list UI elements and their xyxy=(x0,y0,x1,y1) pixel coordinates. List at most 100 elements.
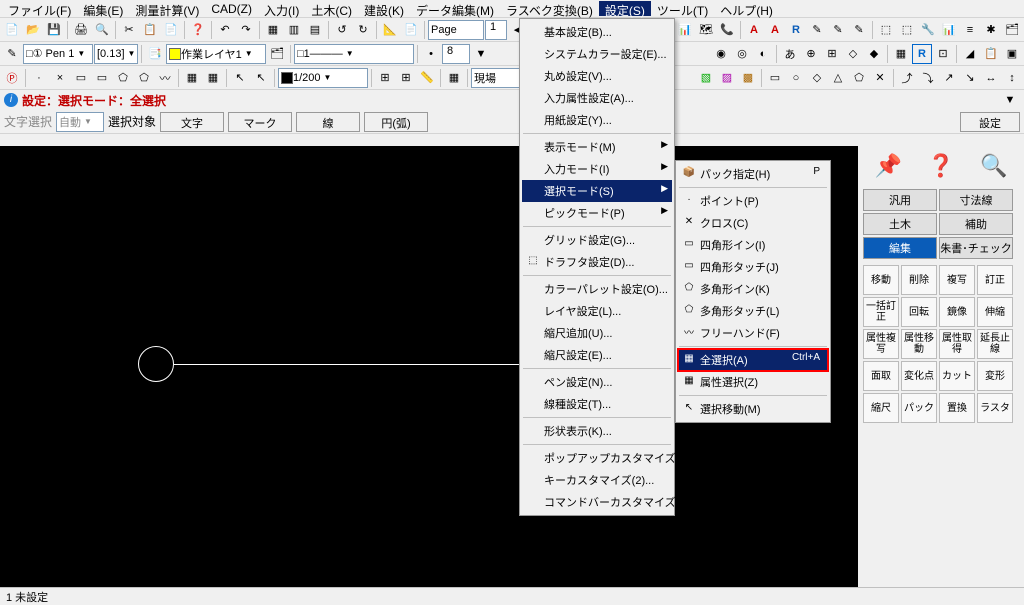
tool-icon[interactable]: 🔧 xyxy=(918,20,938,40)
menu-10[interactable]: ツール(T) xyxy=(651,1,714,16)
menu-item[interactable]: ピックモード(P)▶ xyxy=(522,202,672,224)
tool-icon[interactable]: 📋 xyxy=(981,44,1001,64)
menu-8[interactable]: ラスベク変換(B) xyxy=(500,1,599,16)
tool-icon[interactable]: ◉ xyxy=(711,44,731,64)
menu-11[interactable]: ヘルプ(H) xyxy=(714,1,779,16)
rp-cell[interactable]: 鏡像 xyxy=(939,297,975,327)
tool-icon[interactable]: ⬚ xyxy=(897,20,917,40)
open-icon[interactable]: 📂 xyxy=(23,20,43,40)
pen-icon[interactable]: ✎ xyxy=(2,44,22,64)
grid-icon[interactable]: ⊞ xyxy=(822,44,842,64)
submenu-item[interactable]: クロス(C)✕ xyxy=(678,212,828,234)
page-number[interactable]: 1 xyxy=(485,20,507,40)
tool-icon[interactable]: ↻ xyxy=(353,20,373,40)
undo-icon[interactable]: ↶ xyxy=(215,20,235,40)
snap-icon[interactable]: ⬠ xyxy=(134,68,154,88)
menu-6[interactable]: 建設(K) xyxy=(358,1,410,16)
menu-3[interactable]: CAD(Z) xyxy=(205,1,258,16)
tool-icon[interactable]: △ xyxy=(828,68,848,88)
tool-icon[interactable]: ↺ xyxy=(332,20,352,40)
menu-item[interactable]: システムカラー設定(E)... xyxy=(522,43,672,65)
menu-9[interactable]: 設定(S) xyxy=(599,1,651,16)
rp-cell[interactable]: 伸縮 xyxy=(977,297,1013,327)
tool-icon[interactable]: ✎ xyxy=(807,20,827,40)
layer-mgr-icon[interactable]: 🗂 xyxy=(267,44,287,64)
menu-1[interactable]: 編集(E) xyxy=(77,1,129,16)
tool-icon[interactable]: R xyxy=(912,44,932,64)
menu-item[interactable]: 線種設定(T)... xyxy=(522,393,672,415)
rp-cell[interactable]: パック xyxy=(901,393,937,423)
menu-item[interactable]: 入力属性設定(A)... xyxy=(522,87,672,109)
rp-cell[interactable]: 訂正 xyxy=(977,265,1013,295)
tool-icon[interactable]: ⤴ xyxy=(897,68,917,88)
submenu-item[interactable]: 多角形イン(K)⬠ xyxy=(678,278,828,300)
snap-icon[interactable]: ▭ xyxy=(92,68,112,88)
menu-7[interactable]: データ編集(M) xyxy=(410,1,500,16)
auto-combo[interactable]: 自動▼ xyxy=(56,112,104,132)
filter-btn-circle[interactable]: 円(弧) xyxy=(364,112,428,132)
tool-icon[interactable]: ✕ xyxy=(870,68,890,88)
menu-item[interactable]: カラーパレット設定(O)... xyxy=(522,278,672,300)
line-combo[interactable]: □ 1 ———▼ xyxy=(294,44,414,64)
all-icon[interactable]: ▦ xyxy=(182,68,202,88)
menu-item[interactable]: 縮尺追加(U)... xyxy=(522,322,672,344)
tool-icon[interactable]: ▥ xyxy=(284,20,304,40)
rp-cell[interactable]: 属性移動 xyxy=(901,329,937,359)
rp-cell[interactable]: カット xyxy=(939,361,975,391)
search-icon[interactable]: 🔍 xyxy=(980,153,1007,179)
menu-item[interactable]: 表示モード(M)▶ xyxy=(522,136,672,158)
menu-item[interactable]: ポップアップカスタマイズ(1)... xyxy=(522,447,672,469)
cursor-icon[interactable]: ↖ xyxy=(251,68,271,88)
submenu-item[interactable]: フリーハンド(F)〰 xyxy=(678,322,828,344)
rp-tab[interactable]: 編集 xyxy=(863,237,937,259)
new-icon[interactable]: 📄 xyxy=(2,20,22,40)
snap-icon[interactable]: ⬠ xyxy=(113,68,133,88)
snap-icon[interactable]: 〰 xyxy=(155,68,175,88)
tool-icon[interactable]: ✎ xyxy=(849,20,869,40)
menu-item[interactable]: ペン設定(N)... xyxy=(522,371,672,393)
pen-size-combo[interactable]: [0.13]▼ xyxy=(94,44,138,64)
rp-cell[interactable]: 変形 xyxy=(977,361,1013,391)
menu-4[interactable]: 入力(I) xyxy=(258,1,305,16)
tool-icon[interactable]: ▭ xyxy=(765,68,785,88)
tool-icon[interactable]: ✎ xyxy=(828,20,848,40)
submenu-item[interactable]: ポイント(P)· xyxy=(678,190,828,212)
tool-icon[interactable]: ↕ xyxy=(1002,68,1022,88)
tool-icon[interactable]: ▨ xyxy=(717,68,737,88)
text-a-icon[interactable]: A xyxy=(744,20,764,40)
submenu-item[interactable]: パック指定(H)P📦 xyxy=(678,163,828,185)
cut-icon[interactable]: ✂ xyxy=(119,20,139,40)
submenu-item[interactable]: 属性選択(Z)▦ xyxy=(678,371,828,393)
tool-icon[interactable]: 📊 xyxy=(675,20,695,40)
rp-tab[interactable]: 土木 xyxy=(863,213,937,235)
layer-combo[interactable]: 作業レイヤ1▼ xyxy=(166,44,266,64)
tool-icon[interactable]: ◆ xyxy=(864,44,884,64)
tool-icon[interactable]: ↔ xyxy=(981,68,1001,88)
rp-cell[interactable]: 削除 xyxy=(901,265,937,295)
filter-btn-mark[interactable]: マーク xyxy=(228,112,292,132)
tool-icon[interactable]: ⤵ xyxy=(918,68,938,88)
pen-combo[interactable]: □① Pen 1▼ xyxy=(23,44,93,64)
paste-icon[interactable]: 📄 xyxy=(161,20,181,40)
menu-0[interactable]: ファイル(F) xyxy=(2,1,77,16)
tool-icon[interactable]: ▤ xyxy=(305,20,325,40)
attr-icon[interactable]: ▦ xyxy=(203,68,223,88)
rp-cell[interactable]: 複写 xyxy=(939,265,975,295)
field-combo[interactable]: 現場 xyxy=(471,68,521,88)
submenu-item[interactable]: 選択移動(M)↖ xyxy=(678,398,828,420)
rp-cell[interactable]: 変化点 xyxy=(901,361,937,391)
help-icon[interactable]: ❓ xyxy=(188,20,208,40)
preview-icon[interactable]: 🔍 xyxy=(92,20,112,40)
submenu-item[interactable]: 多角形タッチ(L)⬠ xyxy=(678,300,828,322)
tool-icon[interactable]: ⊕ xyxy=(801,44,821,64)
tool-icon[interactable]: 🗺 xyxy=(696,20,716,40)
menu-item[interactable]: 選択モード(S)▶ xyxy=(522,180,672,202)
snap-icon[interactable]: × xyxy=(50,68,70,88)
menu-item[interactable]: 形状表示(K)... xyxy=(522,420,672,442)
rp-cell[interactable]: 属性取得 xyxy=(939,329,975,359)
tool-icon[interactable]: ⊞ xyxy=(396,68,416,88)
rp-tab[interactable]: 朱書･チェック xyxy=(939,237,1013,259)
save-icon[interactable]: 💾 xyxy=(44,20,64,40)
tool-icon[interactable]: ◇ xyxy=(807,68,827,88)
tool-icon[interactable]: ⊞ xyxy=(375,68,395,88)
